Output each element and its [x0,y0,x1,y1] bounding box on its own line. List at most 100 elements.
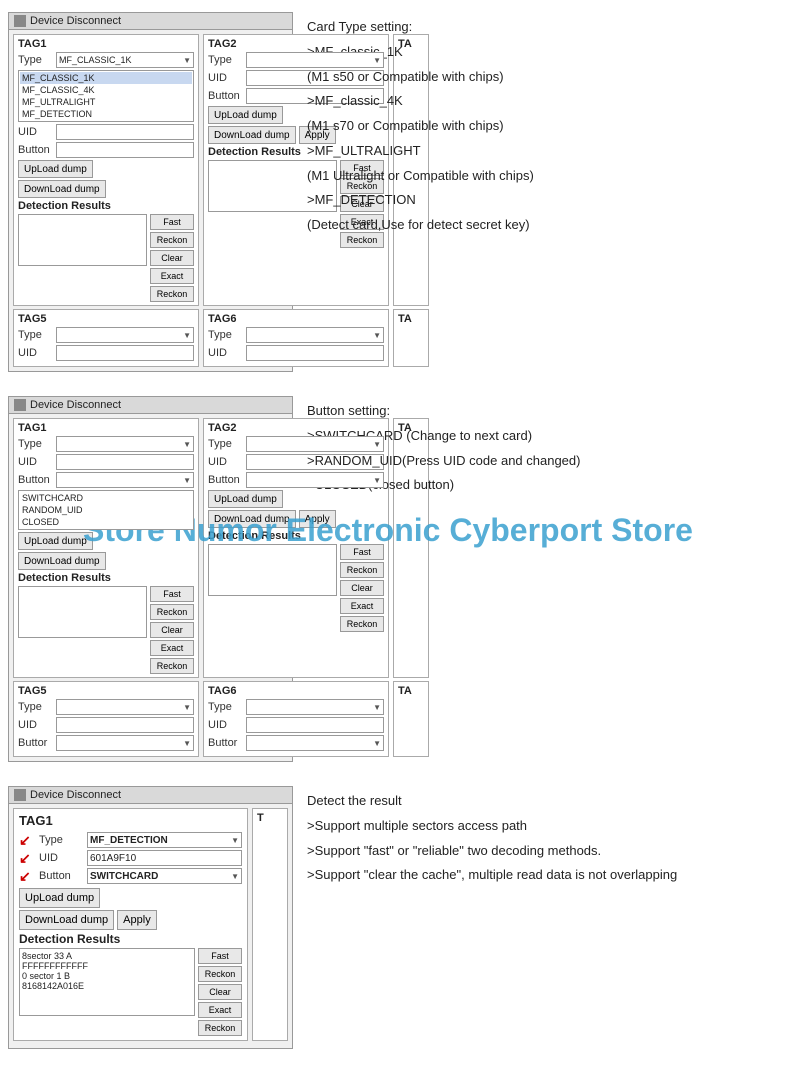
s3-exact-btn[interactable]: Exact [198,1002,242,1018]
s3-type-container: ↙ Type MF_DETECTION ▼ [19,832,242,848]
tag1-reckon1-btn[interactable]: Reckon [150,232,194,248]
s2-tag5-uid-input[interactable] [56,717,194,733]
s2-tag1-uid-label: UID [18,456,56,468]
s2-tag1-type-label: Type [18,438,56,450]
s2-tag1-label: TAG1 [18,422,194,434]
s2-tag1-type-dropdown[interactable]: ▼ [56,436,194,452]
section3-titlebar: Device Disconnect [9,787,292,804]
s2-tag6-type-row: Type ▼ [208,699,384,715]
s3-clear-btn[interactable]: Clear [198,984,242,1000]
s3-tag1-btn-dropdown[interactable]: SWITCHCARD ▼ [87,868,242,884]
s2-tag1-upload-btn[interactable]: UpLoad dump [18,532,93,550]
s2-tag2-btn-arrow: ▼ [373,476,381,485]
s3-result-line2: FFFFFFFFFFFF [22,961,192,971]
tag1-type-dropdown[interactable]: MF_CLASSIC_1K ▼ [56,52,194,68]
option-mf-detection[interactable]: MF_DETECTION [20,108,192,120]
s2-tag5-uid-label: UID [18,719,56,731]
s2-tag1-fast-btn[interactable]: Fast [150,586,194,602]
tag6-uid-label: UID [208,347,246,359]
option-mf-classic-1k[interactable]: MF_CLASSIC_1K [20,72,192,84]
tag2-download-btn[interactable]: DownLoad dump [208,126,296,144]
s1-line5: >MF_ULTRALIGHT [307,140,782,163]
tag1-clear-btn[interactable]: Clear [150,250,194,266]
s3-tag1-type-dropdown[interactable]: MF_DETECTION ▼ [87,832,242,848]
tag1-exact-btn[interactable]: Exact [150,268,194,284]
tag1-upload-btn[interactable]: UpLoad dump [18,160,93,178]
s2-tag1-exact-btn[interactable]: Exact [150,640,194,656]
s2-tag1-results-buttons: Fast Reckon Clear Exact Reckon [150,586,194,674]
option-mf-classic-4k[interactable]: MF_CLASSIC_4K [20,84,192,96]
s2-tag6-btn-dropdown[interactable]: ▼ [246,735,384,751]
tag1-download-btn[interactable]: DownLoad dump [18,180,106,198]
section1: Device Disconnect TAG1 Type MF_CLASSIC_1… [0,8,790,382]
option-switchcard[interactable]: SWITCHCARD [20,492,192,504]
tag2-upload-btn[interactable]: UpLoad dump [208,106,283,124]
s2-tag1-download-btn[interactable]: DownLoad dump [18,552,106,570]
tag1-detect-label: Detection Results [18,200,194,212]
s2-tag6-type-dropdown[interactable]: ▼ [246,699,384,715]
tag1-fast-btn[interactable]: Fast [150,214,194,230]
s2-tag1-reckon2-btn[interactable]: Reckon [150,658,194,674]
s2-tag2-upload-btn[interactable]: UpLoad dump [208,490,283,508]
s2-tag2-type-dropdown[interactable]: ▼ [246,436,384,452]
s2-tag6-type-arrow: ▼ [373,703,381,712]
s3-line2: >Support "fast" or "reliable" two decodi… [307,840,782,863]
tag1-type-label: Type [18,54,56,66]
s3-tag1-type-arrow: ▼ [231,836,239,845]
tag1-button-input[interactable] [56,142,194,158]
section1-body: TAG1 Type MF_CLASSIC_1K ▼ MF_CLASSIC_1 [9,30,292,371]
s3-fast-btn[interactable]: Fast [198,948,242,964]
s2-tag1-btn-row: Button ▼ [18,472,194,488]
tag1-type-options[interactable]: MF_CLASSIC_1K MF_CLASSIC_4K MF_ULTRALIGH… [18,70,194,122]
s1-line8: (Detect card,Use for detect secret key) [307,214,782,237]
option-closed[interactable]: CLOSED [20,516,192,528]
tag1-results-text [18,214,147,266]
tag5-label: TAG5 [18,313,194,325]
s2-tag1-uid-input[interactable] [56,454,194,470]
s2-tag1-upload-row: UpLoad dump [18,532,194,550]
s3-upload-btn[interactable]: UpLoad dump [19,888,100,908]
s2-tag6-btn-row: Buttor ▼ [208,735,384,751]
s3-download-btn[interactable]: DownLoad dump [19,910,114,930]
s3-detect-label: Detection Results [19,932,242,946]
s2-tag5-type-dropdown[interactable]: ▼ [56,699,194,715]
tag6-type-dropdown[interactable]: ▼ [246,327,384,343]
s2-tag5-uid-row: UID [18,717,194,733]
s3-t-label: T [257,812,283,824]
s3-btn-arrow: ↙ [19,868,31,885]
s2-tag1-download-row: DownLoad dump [18,552,194,570]
s3-apply-btn[interactable]: Apply [117,910,157,930]
s1-line4: (M1 s70 or Compatible with chips) [307,115,782,138]
s2-tag2-btn-dropdown[interactable]: ▼ [246,472,384,488]
tag2-type-dropdown[interactable]: ▼ [246,52,384,68]
option-mf-ultralight[interactable]: MF_ULTRALIGHT [20,96,192,108]
s3-line1: >Support multiple sectors access path [307,815,782,838]
s3-tag1-btn-value: SWITCHCARD [90,871,158,882]
s3-tag1-btn-label: Button [39,870,87,882]
s1-line7: >MF_DETECTION [307,189,782,212]
s2-tag1-btn-dropdown[interactable]: ▼ [56,472,194,488]
s2-tag1-clear-btn[interactable]: Clear [150,622,194,638]
tag5-uid-input[interactable] [56,345,194,361]
tag2-type-label: Type [208,54,246,66]
tag1-uid-label: UID [18,126,56,138]
s3-tag1-uid-label: UID [39,852,87,864]
window3-icon [14,789,26,801]
s3-download-row: DownLoad dump Apply [19,910,242,930]
section3-title: Device Disconnect [30,789,121,801]
s2-tag5-btn-dropdown[interactable]: ▼ [56,735,194,751]
tag1-uid-input[interactable] [56,124,194,140]
option-random-uid[interactable]: RANDOM_UID [20,504,192,516]
s2-tag1-btn-options[interactable]: SWITCHCARD RANDOM_UID CLOSED [18,490,194,530]
s3-result-line4: 8168142A016E [22,981,192,991]
tag5-type-dropdown[interactable]: ▼ [56,327,194,343]
s3-t-group: T [252,808,288,1041]
tag6-type-row: Type ▼ [208,327,384,343]
s2-tag1-reckon1-btn[interactable]: Reckon [150,604,194,620]
s2-tag2-type-row: Type ▼ [208,436,384,452]
tag1-reckon2-btn[interactable]: Reckon [150,286,194,302]
s2-tag2-download-btn[interactable]: DownLoad dump [208,510,296,528]
s3-reckon2-btn[interactable]: Reckon [198,1020,242,1036]
s1-line2: (M1 s50 or Compatible with chips) [307,66,782,89]
s3-reckon1-btn[interactable]: Reckon [198,966,242,982]
